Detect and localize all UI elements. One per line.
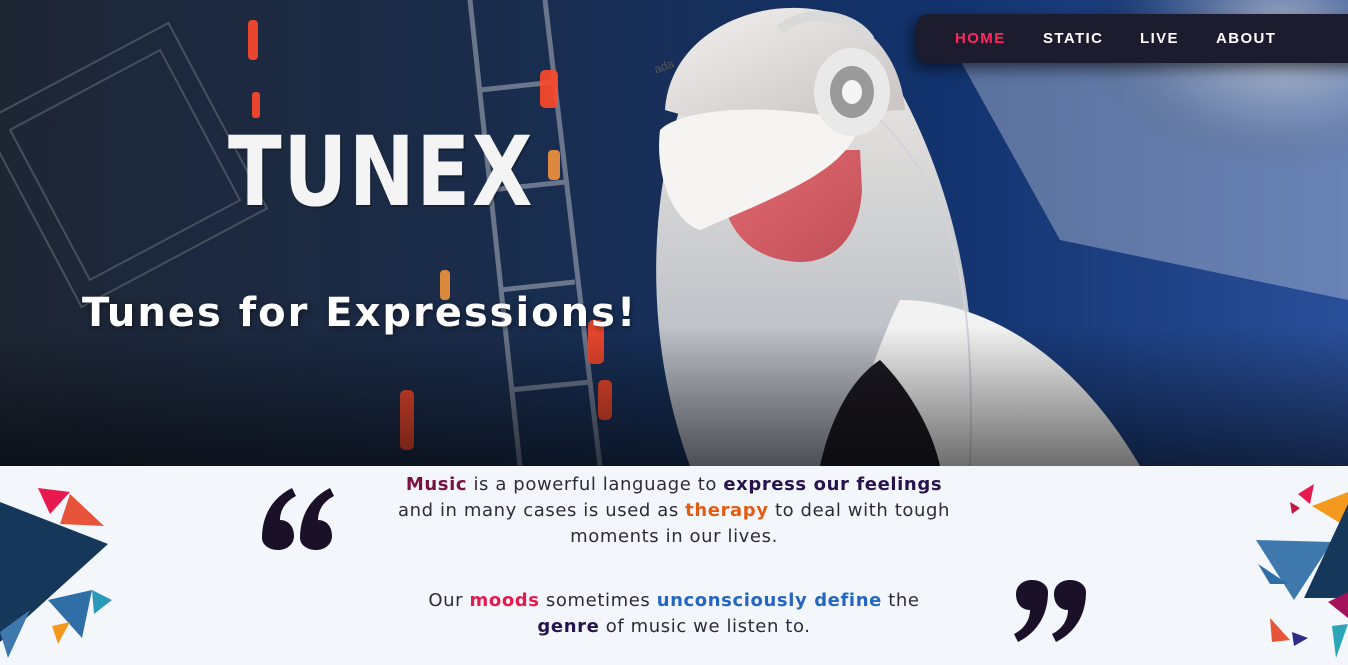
left-triangle-decoration [0, 488, 112, 658]
highlight-therapy: therapy [685, 500, 769, 521]
tunex-page: ada TUNEX Tunes for Expressions! HOME ST… [0, 0, 1348, 665]
quote-text: of music we listen to. [599, 616, 811, 637]
dj-hero-image: ada [0, 0, 1348, 466]
right-triangle-decoration [1256, 484, 1348, 658]
quote-text: is a powerful language to [467, 474, 724, 495]
highlight-moods: moods [469, 590, 540, 611]
quote-text: and in many cases is used as [397, 500, 686, 521]
nav-about[interactable]: ABOUT [1216, 30, 1276, 47]
brand-logo: TUNEX [228, 116, 535, 228]
quote-paragraph-1: Music is a powerful language to express … [396, 472, 952, 550]
nav-static[interactable]: STATIC [1043, 30, 1103, 47]
quote-text: the [881, 590, 920, 611]
highlight-express-our-feelings: express our feelings [723, 474, 943, 495]
quote-paragraph-2: Our moods sometimes unconsciously define… [410, 588, 938, 640]
main-navbar: HOME STATIC LIVE ABOUT [916, 14, 1348, 63]
close-quote-icon [1014, 580, 1086, 642]
nav-home[interactable]: HOME [955, 30, 1006, 47]
open-quote-icon [262, 488, 334, 550]
highlight-unconsciously-define: unconsciously define [656, 590, 882, 611]
quote-text: sometimes [539, 590, 657, 611]
nav-live[interactable]: LIVE [1140, 30, 1179, 47]
hero-tagline: Tunes for Expressions! [82, 290, 638, 336]
highlight-genre: genre [537, 616, 600, 637]
quote-section: “ ” Music is a powerful language to expr… [0, 466, 1348, 665]
hero-banner: ada TUNEX Tunes for Expressions! HOME ST… [0, 0, 1348, 466]
highlight-music: Music [405, 474, 468, 495]
quote-text: Our [428, 590, 470, 611]
